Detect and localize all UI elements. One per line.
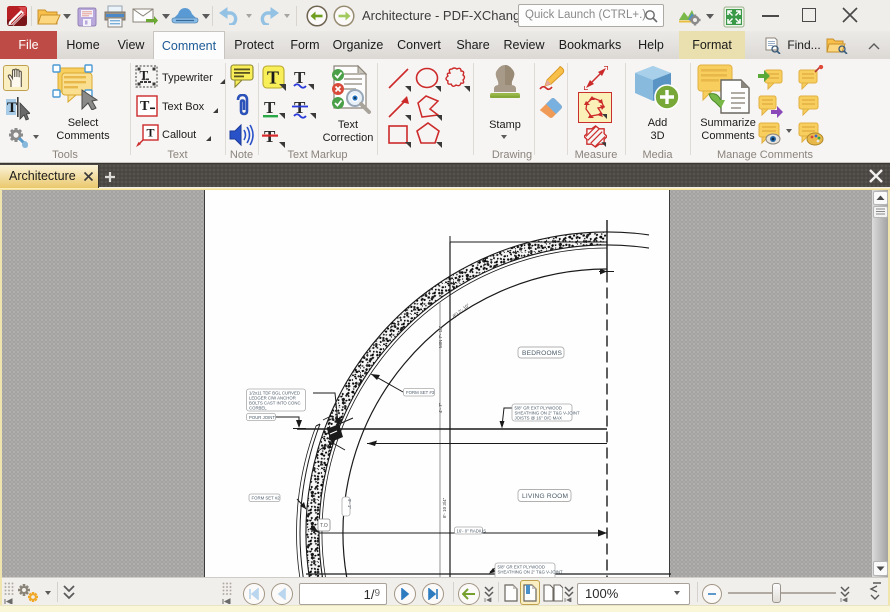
svg-text:JOISTS @ 16" O/C MAX: JOISTS @ 16" O/C MAX [515, 416, 563, 421]
svg-text:MIN 7'- 10": MIN 7'- 10" [438, 325, 443, 348]
svg-text:BEDROOMS: BEDROOMS [522, 350, 562, 357]
svg-text:16'- 0" RADIUS: 16'- 0" RADIUS [457, 528, 487, 533]
svg-text:T: T [147, 126, 155, 140]
svg-text:FORM SET #3: FORM SET #3 [406, 390, 435, 395]
svg-text:POUR JOINT: POUR JOINT [249, 415, 275, 420]
svg-text:CORBEL: CORBEL [249, 406, 267, 411]
svg-text:LIVING ROOM: LIVING ROOM [522, 493, 568, 500]
svg-text:T: T [267, 68, 279, 88]
svg-text:SHEATHING ON 2" T&G V-JOINT: SHEATHING ON 2" T&G V-JOINT [498, 570, 563, 575]
svg-text:T.O: T.O [320, 523, 328, 529]
svg-text:T: T [264, 98, 276, 117]
svg-text:(E) 2'- 10": (E) 2'- 10" [452, 302, 471, 318]
svg-text:9'- 1": 9'- 1" [347, 499, 352, 509]
svg-text:4'- 7": 4'- 7" [438, 402, 443, 413]
svg-text:T: T [140, 99, 150, 114]
svg-text:T: T [140, 68, 149, 83]
svg-text:FORM SET #2: FORM SET #2 [252, 496, 281, 501]
svg-text:8'- 10 3/4": 8'- 10 3/4" [442, 497, 447, 518]
svg-text:T: T [7, 100, 17, 116]
